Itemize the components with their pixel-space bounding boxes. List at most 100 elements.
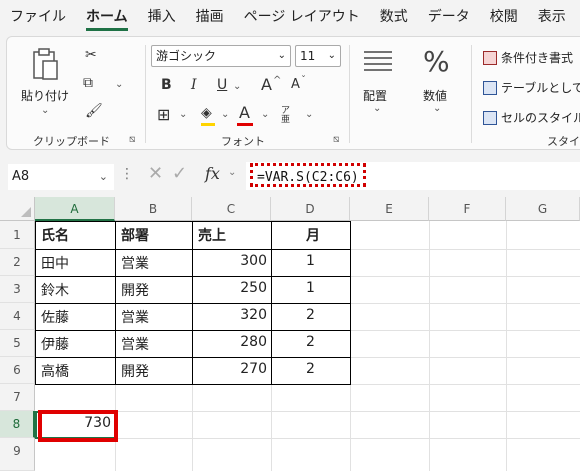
table-cell[interactable]: 営業 xyxy=(117,334,149,354)
cancel-icon[interactable]: ✕ xyxy=(148,163,163,184)
table-header-cell[interactable]: 氏名 xyxy=(37,225,69,245)
percent-icon: % xyxy=(423,45,450,78)
row-header-1[interactable]: 1 xyxy=(0,221,35,249)
table-cell[interactable]: 1 xyxy=(271,253,350,269)
clipboard-group-label: クリップボード xyxy=(33,135,110,148)
tab-formulas[interactable]: 数式 xyxy=(380,0,408,34)
chevron-down-icon[interactable]: ⌄ xyxy=(305,109,313,120)
table-cell[interactable]: 2 xyxy=(271,307,350,323)
tab-page-layout[interactable]: ページ レイアウト xyxy=(244,0,360,34)
shrink-font-button[interactable]: A xyxy=(291,77,300,92)
chevron-down-icon: ⌄ xyxy=(98,170,108,183)
table-cell[interactable]: 鈴木 xyxy=(37,280,69,300)
chevron-down-icon[interactable]: ⌄ xyxy=(179,109,187,120)
column-header-b[interactable]: B xyxy=(115,197,192,221)
gridline xyxy=(429,221,430,471)
format-as-table-button[interactable]: テーブルとして xyxy=(483,79,580,96)
chevron-down-icon[interactable]: ⌄ xyxy=(233,81,241,92)
divider xyxy=(145,45,146,143)
format-painter-icon[interactable]: 🖌 xyxy=(85,103,103,119)
row-header-2[interactable]: 2 xyxy=(0,249,35,276)
row-header-4[interactable]: 4 xyxy=(0,303,35,330)
table-cell[interactable]: 2 xyxy=(271,334,350,350)
chevron-down-icon[interactable]: ⌄ xyxy=(221,109,229,120)
table-cell[interactable]: 開発 xyxy=(117,280,149,300)
table-header-cell[interactable]: 売上 xyxy=(194,225,226,245)
row-header-3[interactable]: 3 xyxy=(0,276,35,303)
conditional-formatting-button[interactable]: 条件付き書式 xyxy=(483,49,573,66)
table-cell[interactable]: 田中 xyxy=(37,253,69,273)
tab-file[interactable]: ファイル xyxy=(10,0,66,34)
insert-function-button[interactable]: fx xyxy=(205,164,220,183)
select-all-button[interactable] xyxy=(0,197,35,221)
font-name-select[interactable]: 游ゴシック ⌄ xyxy=(151,45,291,67)
row-header-5[interactable]: 5 xyxy=(0,330,35,357)
table-cell[interactable]: 1 xyxy=(271,280,350,296)
table-cell[interactable]: 320 xyxy=(192,307,271,323)
grow-font-button[interactable]: A xyxy=(261,75,272,94)
table-cell[interactable]: 300 xyxy=(192,253,271,269)
column-header-g[interactable]: G xyxy=(506,197,580,221)
cell-styles-button[interactable]: セルのスタイル xyxy=(483,109,580,126)
dialog-launcher-icon[interactable]: ⧅ xyxy=(129,134,135,145)
chevron-down-icon: ⌄ xyxy=(327,50,336,61)
table-cell[interactable]: 営業 xyxy=(117,253,149,273)
enter-icon[interactable]: ✓ xyxy=(172,163,187,184)
tab-data[interactable]: データ xyxy=(428,0,470,34)
name-box[interactable]: A8 ⌄ xyxy=(8,164,114,190)
column-header-a[interactable]: A xyxy=(35,197,115,221)
conditional-formatting-label: 条件付き書式 xyxy=(501,51,574,65)
chevron-down-icon: ⌄ xyxy=(373,103,382,114)
bold-button[interactable]: B xyxy=(161,77,172,93)
fill-color-icon[interactable]: ◈ xyxy=(201,105,212,121)
tab-review[interactable]: 校閲 xyxy=(490,0,518,34)
font-color-button[interactable]: A xyxy=(239,103,250,122)
tab-draw[interactable]: 描画 xyxy=(196,0,224,34)
table-cell[interactable]: 開発 xyxy=(117,361,149,381)
font-size-select[interactable]: 11 ⌄ xyxy=(295,45,341,67)
table-border xyxy=(35,357,351,358)
row-header-9[interactable]: 9 xyxy=(0,438,35,471)
tab-insert[interactable]: 挿入 xyxy=(148,0,176,34)
column-header-c[interactable]: C xyxy=(192,197,271,221)
chevron-down-icon[interactable]: ⌄ xyxy=(261,109,269,120)
table-cell[interactable]: 佐藤 xyxy=(37,307,69,327)
gridline xyxy=(350,221,351,471)
chevron-down-icon[interactable]: ⌄ xyxy=(228,167,236,178)
furigana-button[interactable]: ア亜 xyxy=(281,107,291,125)
table-header-cell[interactable]: 月 xyxy=(302,225,320,245)
cut-icon[interactable]: ✂ xyxy=(85,47,97,63)
table-border xyxy=(35,303,351,304)
column-header-d[interactable]: D xyxy=(271,197,350,221)
menu-bar: ファイル ホーム 挿入 描画 ページ レイアウト 数式 データ 校閲 表示 xyxy=(0,0,580,34)
paste-button[interactable]: 貼り付け ⌄ xyxy=(21,45,71,125)
table-header-cell[interactable]: 部署 xyxy=(117,225,149,245)
table-cell[interactable]: 伊藤 xyxy=(37,334,69,354)
underline-button[interactable]: U xyxy=(217,77,227,93)
formula-text[interactable]: =VAR.S(C2:C6) xyxy=(250,163,366,187)
row-header-8[interactable]: 8 xyxy=(0,411,35,438)
divider xyxy=(471,45,472,143)
table-cell[interactable]: 高橋 xyxy=(37,361,69,381)
copy-icon[interactable]: ⧉ xyxy=(83,75,93,91)
row-header-6[interactable]: 6 xyxy=(0,357,35,384)
table-cell[interactable]: 270 xyxy=(192,361,271,377)
tab-home[interactable]: ホーム xyxy=(86,0,128,34)
tab-view[interactable]: 表示 xyxy=(538,0,566,34)
table-cell[interactable]: 250 xyxy=(192,280,271,296)
row-header-7[interactable]: 7 xyxy=(0,384,35,411)
alignment-button[interactable]: 配置 ⌄ xyxy=(357,45,401,131)
more-options-icon[interactable]: ⋮ xyxy=(120,166,134,182)
table-cell[interactable]: 営業 xyxy=(117,307,149,327)
table-cell[interactable]: 2 xyxy=(271,361,350,377)
number-format-button[interactable]: % 数値 ⌄ xyxy=(415,45,459,131)
column-header-e[interactable]: E xyxy=(350,197,429,221)
column-header-f[interactable]: F xyxy=(429,197,506,221)
dialog-launcher-icon[interactable]: ⧅ xyxy=(333,134,339,145)
cell-styles-label: セルのスタイル xyxy=(501,111,580,125)
borders-icon[interactable]: ⊞ xyxy=(157,105,170,124)
table-cell[interactable]: 280 xyxy=(192,334,271,350)
chevron-down-icon[interactable]: ⌄ xyxy=(115,79,123,90)
italic-button[interactable]: I xyxy=(191,77,197,93)
paste-icon xyxy=(33,48,58,80)
